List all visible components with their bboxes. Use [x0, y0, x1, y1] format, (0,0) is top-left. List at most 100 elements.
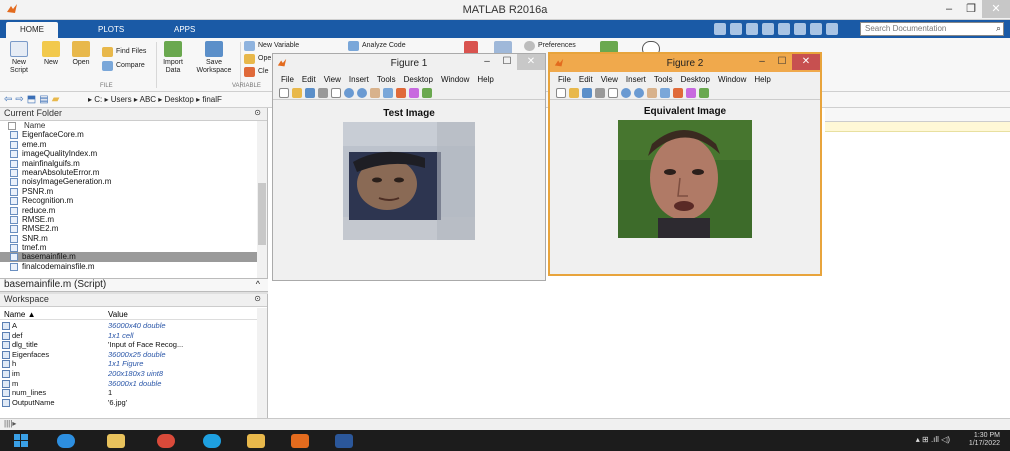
rotate-icon[interactable] [660, 87, 670, 98]
menu-item-view[interactable]: View [601, 75, 618, 84]
menu-item-desktop[interactable]: Desktop [404, 75, 433, 84]
new-button[interactable]: New [36, 41, 66, 67]
workspace-variable-row[interactable]: OutputName '6.jpg' [0, 398, 258, 408]
tab-home[interactable]: HOME [6, 22, 58, 38]
restore-button[interactable]: ❐ [960, 0, 982, 18]
save-workspace-button[interactable]: Save Workspace [194, 41, 234, 75]
menu-item-insert[interactable]: Insert [349, 75, 369, 84]
pan-icon[interactable] [647, 87, 657, 98]
workspace-variable-row[interactable]: m 36000x1 double [0, 379, 258, 389]
current-folder-scrollbar[interactable] [257, 121, 267, 278]
undo-icon[interactable] [778, 23, 790, 35]
zoom-out-icon[interactable] [357, 87, 367, 98]
zoom-out-icon[interactable] [634, 87, 644, 98]
new-script-button[interactable]: New Script [4, 41, 34, 75]
script-details-bar[interactable]: basemainfile.m (Script) ^ [0, 278, 268, 292]
save-icon[interactable] [714, 23, 726, 35]
minimize-button[interactable]: – [938, 0, 960, 18]
print-icon[interactable] [595, 87, 605, 98]
close-button[interactable]: ✕ [982, 0, 1010, 18]
menu-item-window[interactable]: Window [441, 75, 469, 84]
file-list-item[interactable]: finalcodemainsfile.m [0, 262, 258, 271]
menu-item-tools[interactable]: Tools [377, 75, 396, 84]
workspace-variable-row[interactable]: A 36000x40 double [0, 321, 258, 331]
file-list-item[interactable]: RMSE.m [0, 215, 258, 224]
menu-item-help[interactable]: Help [754, 75, 770, 84]
taskbar-paint[interactable] [236, 431, 276, 450]
open-variable-button[interactable]: Ope [244, 53, 271, 65]
system-tray-icons[interactable]: ▴ ⊞ .ıll ◁) [916, 435, 950, 444]
pointer-icon[interactable] [331, 87, 341, 98]
menu-item-help[interactable]: Help [477, 75, 493, 84]
column-header-name[interactable]: Name [0, 121, 258, 130]
workspace-variable-row[interactable]: dlg_title 'Input of Face Recog... [0, 340, 258, 350]
taskbar-chrome[interactable] [146, 431, 186, 450]
minimize-button[interactable]: – [477, 54, 497, 70]
close-button[interactable]: ✕ [792, 54, 820, 70]
cut-icon[interactable] [730, 23, 742, 35]
taskbar-matlab[interactable] [280, 431, 320, 450]
system-clock[interactable]: 1:30 PM 1/17/2022 [969, 432, 1000, 448]
menu-item-insert[interactable]: Insert [626, 75, 646, 84]
figure-2-titlebar[interactable]: Figure 2 – ☐ ✕ [550, 54, 820, 72]
workspace-variable-row[interactable]: Eigenfaces 36000x25 double [0, 350, 258, 360]
file-list-item[interactable]: meanAbsoluteError.m [0, 168, 258, 177]
save-icon[interactable] [582, 87, 592, 98]
taskbar-skype[interactable] [192, 431, 232, 450]
menu-item-file[interactable]: File [558, 75, 571, 84]
print-icon[interactable] [318, 87, 328, 98]
file-list-item[interactable]: mainfinalguifs.m [0, 159, 258, 168]
folder-path[interactable]: ▸ C: ▸ Users ▸ ABC ▸ Desktop ▸ finalF [88, 95, 222, 104]
tab-apps[interactable]: APPS [160, 22, 209, 38]
menu-item-file[interactable]: File [281, 75, 294, 84]
maximize-button[interactable]: ☐ [497, 54, 517, 70]
zoom-in-icon[interactable] [621, 87, 631, 98]
file-list-item[interactable]: basemainfile.m [0, 252, 258, 262]
brush-icon[interactable] [686, 87, 696, 98]
file-list-item[interactable]: EigenfaceCore.m [0, 130, 258, 140]
workspace-variable-row[interactable]: def 1x1 cell [0, 331, 258, 341]
windows-start-icon[interactable] [4, 432, 38, 449]
file-list-item[interactable]: eme.m [0, 140, 258, 149]
menu-item-window[interactable]: Window [718, 75, 746, 84]
menu-item-edit[interactable]: Edit [579, 75, 593, 84]
pointer-icon[interactable] [608, 87, 618, 98]
menu-item-desktop[interactable]: Desktop [681, 75, 710, 84]
paste-icon[interactable] [762, 23, 774, 35]
open-file-icon[interactable] [569, 87, 579, 98]
back-icon[interactable]: ⇦ [4, 94, 12, 105]
help-icon[interactable] [826, 23, 838, 35]
file-list-item[interactable]: PSNR.m [0, 187, 258, 196]
file-list-item[interactable]: reduce.m [0, 206, 258, 215]
file-list-item[interactable]: imageQualityIndex.m [0, 149, 258, 159]
figure-1-titlebar[interactable]: Figure 1 – ☐ ✕ [273, 54, 545, 72]
compare-button[interactable]: Compare [102, 60, 145, 72]
workspace-variable-row[interactable]: im 200x180x3 uint8 [0, 369, 258, 379]
workspace-variable-row[interactable]: h 1x1 Figure [0, 359, 258, 369]
figure-1-window[interactable]: Figure 1 – ☐ ✕ File Edit View Insert Tools De… [272, 53, 546, 281]
file-list-item[interactable]: Recognition.m [0, 196, 258, 206]
minimize-button[interactable]: – [752, 54, 772, 70]
preferences-button[interactable]: Preferences [524, 40, 576, 52]
new-variable-button[interactable]: New Variable [244, 40, 299, 52]
menu-item-view[interactable]: View [324, 75, 341, 84]
taskbar-internet-explorer[interactable] [46, 431, 86, 450]
up-folder-icon[interactable]: ⬒ [27, 94, 36, 105]
data-cursor-icon[interactable] [396, 87, 406, 98]
zoom-in-icon[interactable] [344, 87, 354, 98]
chevron-up-icon[interactable]: ^ [256, 279, 260, 289]
rotate-icon[interactable] [383, 87, 393, 98]
data-cursor-icon[interactable] [673, 87, 683, 98]
colorbar-icon[interactable] [422, 87, 432, 98]
tab-plots[interactable]: PLOTS [84, 22, 138, 38]
taskbar-word[interactable] [324, 431, 364, 450]
save-icon[interactable] [305, 87, 315, 98]
close-button[interactable]: ✕ [517, 54, 545, 70]
clear-workspace-button[interactable]: Cle [244, 66, 269, 78]
workspace-scrollbar[interactable] [257, 308, 267, 418]
menu-item-edit[interactable]: Edit [302, 75, 316, 84]
open-file-icon[interactable] [292, 87, 302, 98]
scrollbar-thumb[interactable] [258, 183, 266, 245]
analyze-code-button[interactable]: Analyze Code [348, 40, 406, 52]
import-data-button[interactable]: Import Data [158, 41, 188, 75]
